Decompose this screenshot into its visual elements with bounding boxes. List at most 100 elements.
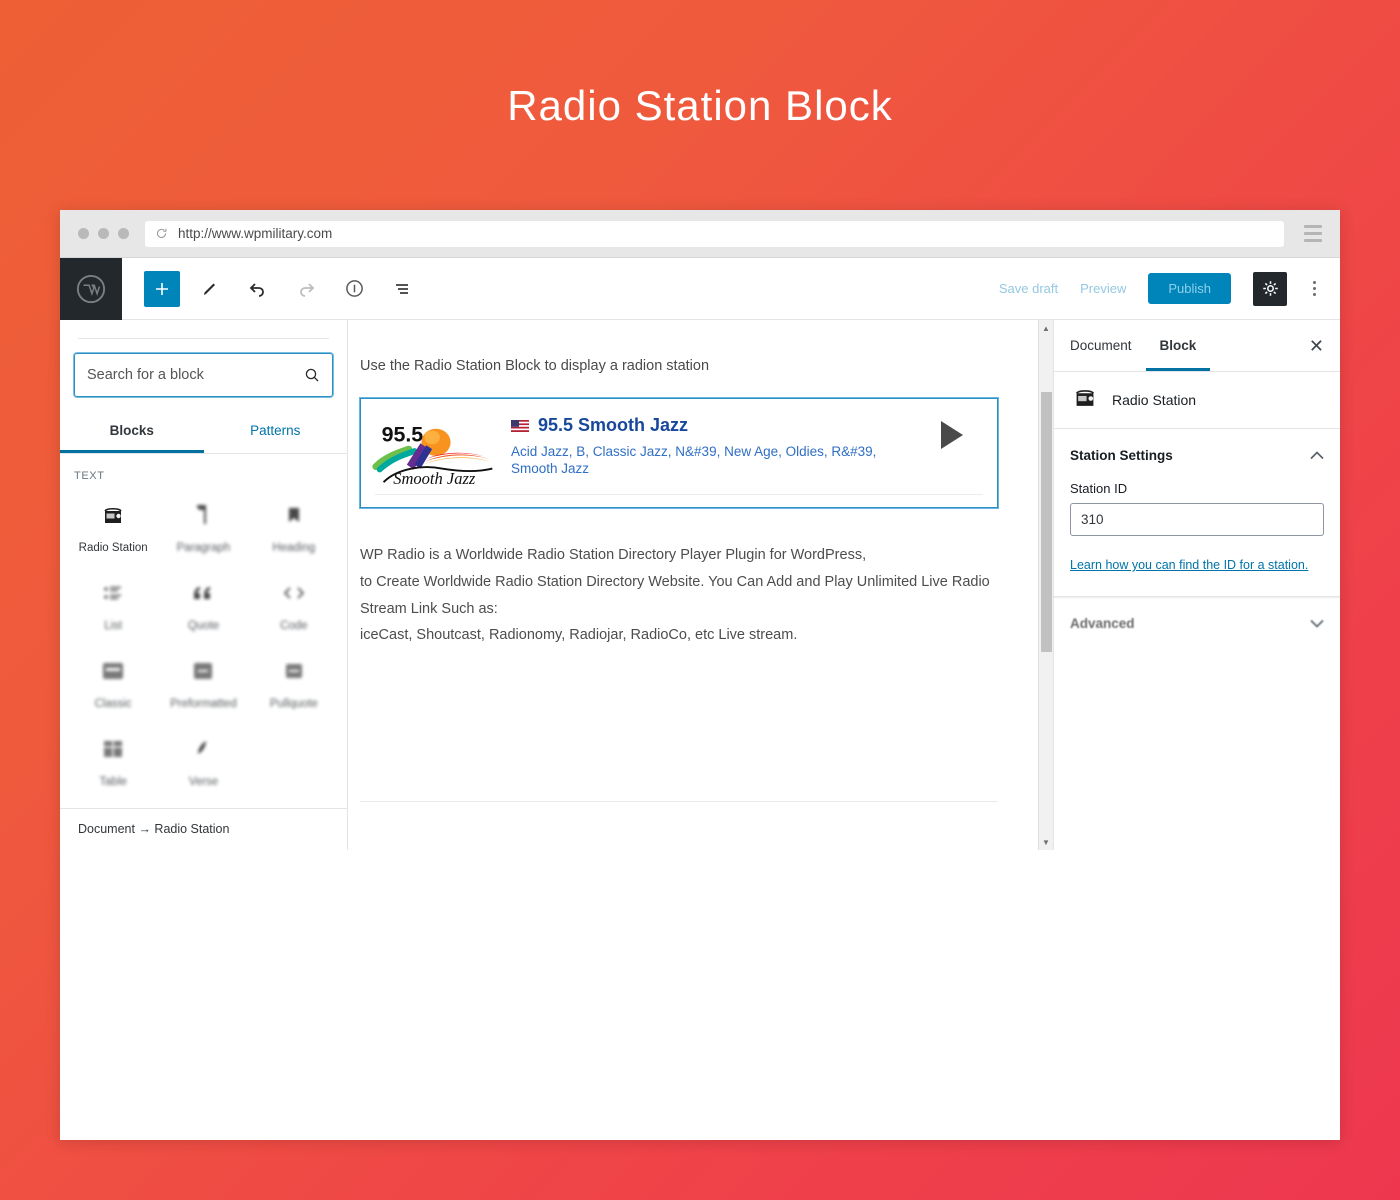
scroll-down-arrow-icon[interactable]: ▼ xyxy=(1042,834,1050,850)
card-divider xyxy=(375,494,983,495)
block-item-quote[interactable]: Quote xyxy=(158,566,248,640)
svg-text:Smooth Jazz: Smooth Jazz xyxy=(393,469,476,488)
block-item-radio-station[interactable]: Radio Station xyxy=(68,488,158,562)
tab-document[interactable]: Document xyxy=(1070,321,1146,371)
window-controls[interactable] xyxy=(78,228,129,239)
block-item-list[interactable]: List xyxy=(68,566,158,640)
block-item-code[interactable]: Code xyxy=(249,566,339,640)
block-item-preformatted[interactable]: Preformatted xyxy=(158,644,248,718)
radio-icon xyxy=(1072,387,1098,413)
chevron-down-icon[interactable] xyxy=(1310,616,1324,631)
paragraph-line: Stream Link Such as: xyxy=(360,600,498,617)
block-item-label: Verse xyxy=(188,776,219,788)
station-title-row: 95.5 Smooth Jazz xyxy=(511,415,907,436)
redo-arrow-icon[interactable] xyxy=(288,271,324,307)
station-logo: 95.5 Smooth Jazz xyxy=(361,399,511,507)
block-item-label: Code xyxy=(280,620,308,632)
content-paragraphs[interactable]: WP Radio is a Worldwide Radio Station Di… xyxy=(360,542,998,649)
scroll-up-arrow-icon[interactable]: ▲ xyxy=(1042,320,1050,336)
blocks-section-label: TEXT xyxy=(74,470,105,482)
list-view-icon[interactable] xyxy=(384,271,420,307)
us-flag-icon xyxy=(511,419,529,432)
canvas-divider xyxy=(360,801,998,802)
classic-icon xyxy=(102,656,124,686)
smooth-jazz-logo-icon: 95.5 Smooth Jazz xyxy=(372,422,493,488)
preview-button[interactable]: Preview xyxy=(1080,281,1126,296)
breadcrumb: Document → Radio Station xyxy=(60,808,347,850)
browser-chrome: http://www.wpmilitary.com xyxy=(60,210,1340,258)
search-icon[interactable] xyxy=(304,367,320,383)
search-box[interactable] xyxy=(74,353,333,397)
page-title: Radio Station Block xyxy=(507,82,893,129)
close-icon[interactable]: ✕ xyxy=(1309,337,1324,355)
maximize-window-dot[interactable] xyxy=(118,228,129,239)
station-id-field[interactable]: 310 xyxy=(1070,503,1324,536)
search-input[interactable] xyxy=(87,367,304,383)
panel-title: Advanced xyxy=(1070,616,1135,631)
search-area xyxy=(60,339,347,397)
block-item-label: Heading xyxy=(272,542,316,554)
minimize-window-dot[interactable] xyxy=(98,228,109,239)
block-item-label: Quote xyxy=(187,620,220,632)
add-block-button[interactable] xyxy=(144,270,180,307)
selected-block-name: Radio Station xyxy=(1112,392,1197,408)
table-icon xyxy=(103,734,123,764)
radio-icon xyxy=(101,500,125,530)
block-item-verse[interactable]: Verse xyxy=(158,722,248,796)
block-item-label: Paragraph xyxy=(176,542,231,554)
paragraph-line: WP Radio is a Worldwide Radio Station Di… xyxy=(360,547,867,563)
scrollbar-thumb[interactable] xyxy=(1041,392,1052,652)
svg-text:95.5: 95.5 xyxy=(382,422,424,446)
block-item-pullquote[interactable]: Pullquote xyxy=(249,644,339,718)
intro-paragraph[interactable]: Use the Radio Station Block to display a… xyxy=(360,358,998,374)
editor-toolbar: Save draft Preview Publish xyxy=(60,258,1340,320)
close-window-dot[interactable] xyxy=(78,228,89,239)
panel-advanced[interactable]: Advanced xyxy=(1054,597,1340,649)
play-icon[interactable] xyxy=(941,421,963,449)
panel-station-settings[interactable]: Station Settings xyxy=(1054,429,1340,481)
quote-icon xyxy=(192,578,214,608)
block-item-paragraph[interactable]: Paragraph xyxy=(158,488,248,562)
list-icon xyxy=(103,578,123,608)
hamburger-menu-icon[interactable] xyxy=(1304,225,1322,242)
gear-icon[interactable] xyxy=(1253,271,1287,306)
block-item-classic[interactable]: Classic xyxy=(68,644,158,718)
block-item-label: List xyxy=(104,620,123,632)
undo-arrow-icon[interactable] xyxy=(240,271,276,307)
kebab-menu-icon[interactable] xyxy=(1309,277,1320,300)
editor-canvas[interactable]: Use the Radio Station Block to display a… xyxy=(348,320,1038,850)
tab-block[interactable]: Block xyxy=(1146,321,1211,371)
paragraph-line: to Create Worldwide Radio Station Direct… xyxy=(360,573,990,590)
block-grid: Radio Station Paragraph Heading List Quo… xyxy=(60,488,347,796)
browser-window: http://www.wpmilitary.com Save draft Pre… xyxy=(60,210,1340,1140)
info-circle-icon[interactable] xyxy=(336,271,372,307)
play-button[interactable] xyxy=(907,399,997,507)
heading-icon xyxy=(286,500,302,530)
selected-block-row: Radio Station xyxy=(1054,372,1340,429)
station-id-help-link[interactable]: Learn how you can find the ID for a stat… xyxy=(1070,558,1324,572)
block-item-label: Preformatted xyxy=(170,698,237,710)
reload-icon[interactable] xyxy=(155,227,168,240)
block-item-label: Radio Station xyxy=(78,542,148,554)
radio-station-block[interactable]: 95.5 Smooth Jazz 95.5 Smooth Jazz Acid J… xyxy=(360,398,998,508)
pencil-icon[interactable] xyxy=(192,271,228,307)
block-item-table[interactable]: Table xyxy=(68,722,158,796)
pullquote-icon xyxy=(285,656,303,686)
preformatted-icon xyxy=(193,656,213,686)
url-text: http://www.wpmilitary.com xyxy=(178,226,333,241)
wordpress-logo-icon[interactable] xyxy=(60,258,122,320)
editor-tools xyxy=(122,258,420,319)
editor-actions: Save draft Preview Publish xyxy=(999,258,1340,319)
tab-blocks[interactable]: Blocks xyxy=(60,413,204,453)
chevron-up-icon[interactable] xyxy=(1310,448,1324,463)
publish-button[interactable]: Publish xyxy=(1148,273,1231,304)
save-draft-button[interactable]: Save draft xyxy=(999,281,1058,296)
verse-icon xyxy=(194,734,212,764)
editor-body: Blocks Patterns TEXT Radio Station xyxy=(60,320,1340,850)
block-item-heading[interactable]: Heading xyxy=(249,488,339,562)
address-bar[interactable]: http://www.wpmilitary.com xyxy=(145,220,1284,247)
station-title: 95.5 Smooth Jazz xyxy=(538,415,689,435)
tab-patterns[interactable]: Patterns xyxy=(204,413,348,453)
inserter-tabs: Blocks Patterns xyxy=(60,413,347,454)
editor-scrollbar[interactable]: ▲ ▼ xyxy=(1038,320,1053,850)
